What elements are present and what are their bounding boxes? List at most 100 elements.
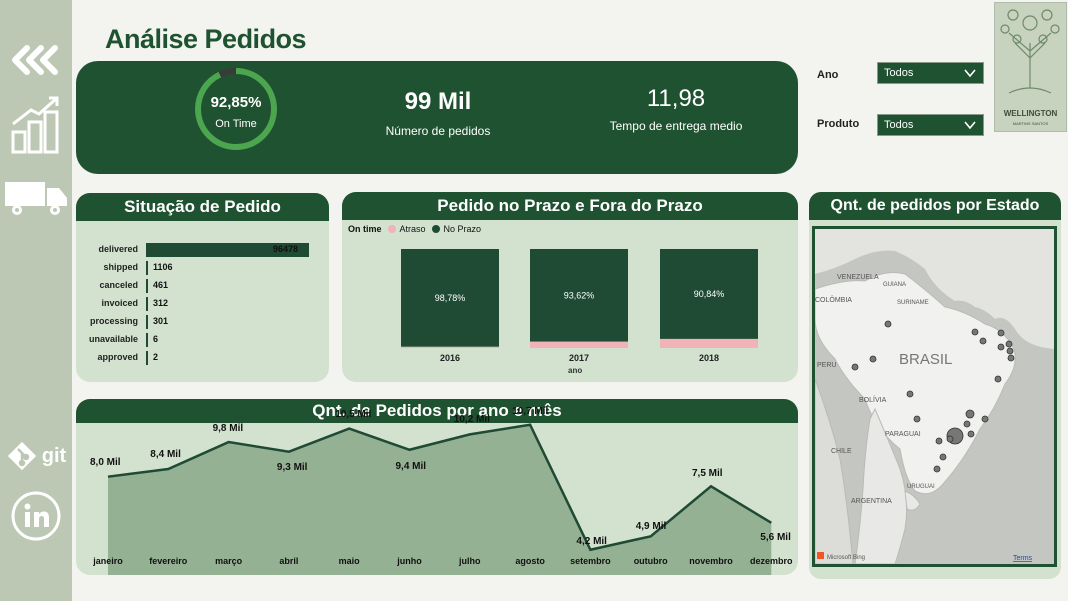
logo-subtitle: MARTINS SANTOS xyxy=(1012,121,1049,126)
map-label-uruguai: URUGUAI xyxy=(907,484,935,490)
map-label-chile: CHILE xyxy=(831,448,852,455)
month-value-label: 9,8 Mil xyxy=(212,423,244,435)
delivery-time-value: 11,98 xyxy=(646,85,706,112)
logo-tree-icon xyxy=(1000,9,1060,94)
month-value-label: 4,2 Mil xyxy=(576,535,607,547)
map-label-peru: PERU xyxy=(817,362,836,369)
ano-filter-label: Ano xyxy=(817,69,839,81)
bar-atraso xyxy=(660,338,758,348)
ano-dropdown-value: Todos xyxy=(884,67,914,79)
month-tick-label: junho xyxy=(397,556,422,566)
logo-name: WELLINGTON xyxy=(1003,109,1058,118)
bar-value-label: 93,62% xyxy=(564,290,595,300)
truck-icon[interactable] xyxy=(0,180,72,216)
month-value-label: 10,5 Mil xyxy=(335,408,372,420)
month-tick-label: setembro xyxy=(570,556,611,566)
month-tick-label: julho xyxy=(459,556,481,566)
status-value: 312 xyxy=(153,298,169,308)
produto-dropdown[interactable]: Todos xyxy=(877,114,984,136)
month-tick-label: novembro xyxy=(689,556,733,566)
month-value-label: 4,9 Mil xyxy=(635,521,667,533)
map-label-venezuela: VENEZUELA xyxy=(837,274,879,281)
month-tick-label: maio xyxy=(338,556,360,566)
status-bar xyxy=(146,351,148,365)
map-label-guiana: GUIANA xyxy=(883,282,906,288)
growth-chart-icon[interactable] xyxy=(0,94,72,156)
status-bar xyxy=(146,297,148,311)
status-value: 461 xyxy=(153,280,169,290)
month-tick-label: dezembro xyxy=(750,556,793,566)
chevron-down-icon xyxy=(964,121,976,130)
produto-dropdown-value: Todos xyxy=(884,119,914,131)
orders-value: 99 Mil xyxy=(404,88,472,115)
month-value-label: 8,4 Mil xyxy=(150,449,181,460)
back-arrows-icon[interactable] xyxy=(0,42,72,78)
month-tick-label: outubro xyxy=(633,556,668,566)
map-graphic: VENEZUELA COLÔMBIA GUIANA SURINAME PERU … xyxy=(815,229,1054,564)
month-tick-label: março xyxy=(215,556,243,566)
year-tick-label: 2018 xyxy=(699,353,719,363)
map-label-brasil: BRASIL xyxy=(899,351,952,368)
on-time-label: On Time xyxy=(215,118,257,130)
order-status-chart: delivered 96478 shipped 1106 canceled 461 invo… xyxy=(76,193,329,382)
logo: WELLINGTON MARTINS SANTOS xyxy=(994,2,1067,132)
month-tick-label: abril xyxy=(279,556,299,566)
bar-value-label: 90,84% xyxy=(694,289,725,299)
status-label: approved xyxy=(97,352,138,362)
page-title: Análise Pedidos xyxy=(105,24,307,54)
map-title: Qnt. de pedidos por Estado xyxy=(809,192,1061,220)
on-time-stacked-bars: 98,78% 2016 93,62% 2017 90,84% 2018 xyxy=(401,249,758,363)
status-value: 301 xyxy=(153,316,169,326)
orders-label: Número de pedidos xyxy=(385,124,491,138)
month-value-label: 9,3 Mil xyxy=(276,461,308,473)
status-label: shipped xyxy=(103,262,138,272)
status-bar xyxy=(146,315,148,329)
on-time-card: Pedido no Prazo e Fora do Prazo On time … xyxy=(342,192,798,382)
status-value: 1106 xyxy=(153,262,173,272)
status-bar xyxy=(146,333,148,347)
year-tick-label: 2016 xyxy=(440,353,460,363)
month-tick-label: agosto xyxy=(515,556,545,566)
produto-filter-label: Produto xyxy=(817,118,860,130)
map-label-suriname: SURINAME xyxy=(897,300,929,306)
month-value-label: 10,7 Mil xyxy=(512,405,549,417)
status-bar xyxy=(146,279,148,293)
bar-atraso xyxy=(530,341,628,348)
year-tick-label: 2017 xyxy=(569,353,589,363)
git-link[interactable]: git xyxy=(0,440,72,472)
status-value: 6 xyxy=(153,334,159,344)
status-label: processing xyxy=(89,316,138,326)
map-terms-link[interactable]: Terms xyxy=(1013,555,1033,562)
kpi-banner: 92,85% On Time 99 Mil Número de pedidos … xyxy=(76,61,798,174)
map-label-bolivia: BOLÍVIA xyxy=(859,395,887,404)
month-tick-label: fevereiro xyxy=(149,556,188,566)
on-time-value: 92,85% xyxy=(210,94,262,111)
sidebar: git xyxy=(0,0,72,601)
map-label-paraguai: PARAGUAI xyxy=(885,431,921,438)
status-value: 2 xyxy=(153,352,159,362)
bar-value-label: 98,78% xyxy=(435,293,466,303)
month-value-label: 10,2 Mil xyxy=(453,414,490,426)
git-icon xyxy=(7,441,36,471)
month-value-label: 7,5 Mil xyxy=(692,468,723,480)
git-label: git xyxy=(41,445,67,467)
map-label-colombia: COLÔMBIA xyxy=(815,295,852,304)
status-label: invoiced xyxy=(101,298,138,308)
ano-dropdown[interactable]: Todos xyxy=(877,62,984,84)
status-label: delivered xyxy=(98,244,138,254)
brazil-map[interactable]: VENEZUELA COLÔMBIA GUIANA SURINAME PERU … xyxy=(812,226,1057,567)
status-bar xyxy=(146,261,148,275)
linkedin-icon[interactable] xyxy=(0,490,72,542)
monthly-orders-card: Qnt. de Pedidos por ano e mês janeiro 8,0… xyxy=(76,399,798,575)
map-label-argentina: ARGENTINA xyxy=(851,498,892,505)
month-tick-label: janeiro xyxy=(93,556,123,566)
status-label: unavailable xyxy=(88,334,138,344)
bar-atraso xyxy=(401,346,499,348)
monthly-orders-labels: janeiro 8,0 Mil fevereiro 8,4 Mil março 9,8 M… xyxy=(76,399,798,575)
status-value: 96478 xyxy=(273,244,299,254)
delivery-time-label: Tempo de entrega medio xyxy=(609,119,743,133)
order-status-card: Situação de Pedido delivered 96478 shipped… xyxy=(76,193,329,382)
chevron-down-icon xyxy=(964,69,976,78)
map-attribution: Microsoft Bing xyxy=(827,555,865,561)
month-value-label: 8,0 Mil xyxy=(90,456,121,468)
